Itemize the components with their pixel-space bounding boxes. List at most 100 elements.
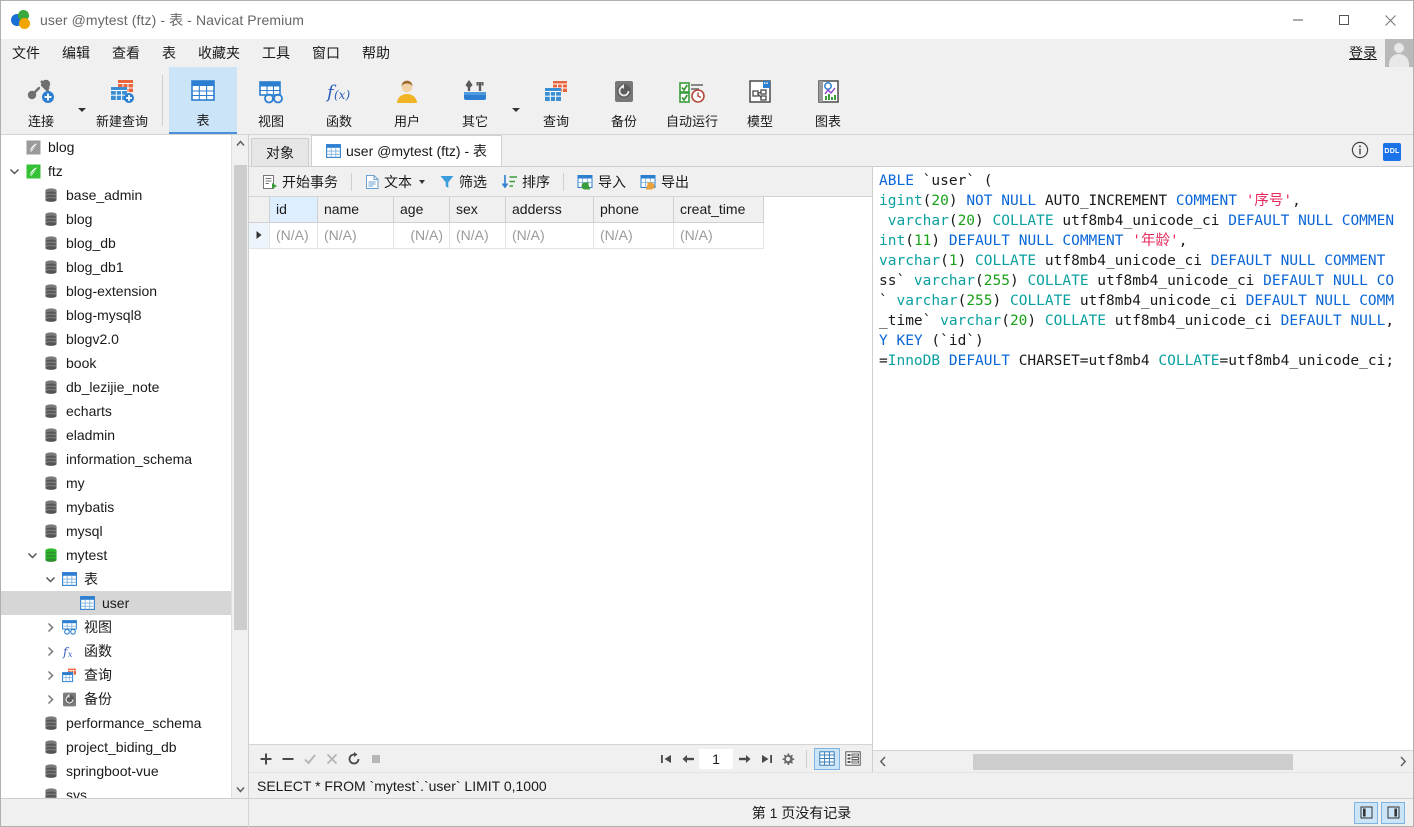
chevron-right-icon[interactable] bbox=[41, 622, 59, 633]
begin-transaction-button[interactable]: 开始事务 bbox=[255, 170, 345, 194]
stop-button[interactable] bbox=[365, 748, 387, 770]
info-icon[interactable] bbox=[1351, 141, 1369, 162]
tree-item-blog[interactable]: blog bbox=[1, 207, 248, 231]
toolbar-view[interactable]: 视图 bbox=[237, 67, 305, 134]
ddl-icon[interactable]: DDL bbox=[1383, 142, 1401, 161]
grid-settings-button[interactable] bbox=[777, 748, 799, 770]
delete-record-button[interactable] bbox=[277, 748, 299, 770]
scroll-right-icon[interactable] bbox=[1393, 752, 1413, 772]
add-record-button[interactable] bbox=[255, 748, 277, 770]
grid-column-header[interactable]: creat_time bbox=[673, 197, 764, 223]
menu-view[interactable]: 查看 bbox=[101, 39, 151, 67]
tree-item-book[interactable]: book bbox=[1, 351, 248, 375]
chevron-down-icon[interactable] bbox=[41, 574, 59, 585]
toolbar-other[interactable]: 其它 bbox=[441, 67, 509, 134]
text-button[interactable]: 文本 bbox=[358, 170, 432, 194]
tree-item-blogv2-0[interactable]: blogv2.0 bbox=[1, 327, 248, 351]
tree-item-my[interactable]: my bbox=[1, 471, 248, 495]
sort-button[interactable]: 排序 bbox=[494, 170, 557, 194]
next-page-button[interactable] bbox=[733, 748, 755, 770]
grid-cell[interactable]: (N/A) bbox=[449, 222, 506, 249]
data-grid[interactable]: id name age sex adderss phone creat_time (N/A)(… bbox=[249, 197, 872, 744]
last-page-button[interactable] bbox=[755, 748, 777, 770]
apply-changes-button[interactable] bbox=[299, 748, 321, 770]
import-button[interactable]: 导入 bbox=[570, 170, 633, 194]
menu-window[interactable]: 窗口 bbox=[301, 39, 351, 67]
toolbar-new-query[interactable]: 新建查询 bbox=[88, 67, 156, 134]
connection-dropdown-caret-icon[interactable] bbox=[75, 67, 88, 134]
ddl-scroll-track[interactable] bbox=[893, 752, 1393, 772]
grid-column-header[interactable]: age bbox=[393, 197, 450, 223]
tree-item-sys[interactable]: sys bbox=[1, 783, 248, 798]
cancel-changes-button[interactable] bbox=[321, 748, 343, 770]
tree-item-information-schema[interactable]: information_schema bbox=[1, 447, 248, 471]
chevron-down-icon[interactable] bbox=[23, 550, 41, 561]
scroll-left-icon[interactable] bbox=[873, 752, 893, 772]
minimize-icon[interactable] bbox=[1275, 1, 1321, 39]
tree-item--[interactable]: 查询 bbox=[1, 663, 248, 687]
scrollbar-thumb[interactable] bbox=[234, 165, 247, 630]
toggle-right-panel-button[interactable] bbox=[1381, 801, 1405, 824]
tree-item-blog-db1[interactable]: blog_db1 bbox=[1, 255, 248, 279]
grid-corner-cell[interactable] bbox=[249, 197, 270, 223]
tree-item-user[interactable]: user bbox=[1, 591, 248, 615]
ddl-source-text[interactable]: ABLE `user` (igint(20) NOT NULL AUTO_INC… bbox=[873, 167, 1413, 750]
tree-item-base-admin[interactable]: base_admin bbox=[1, 183, 248, 207]
filter-button[interactable]: 筛选 bbox=[432, 170, 494, 194]
grid-cell[interactable]: (N/A) bbox=[505, 222, 594, 249]
grid-cell[interactable]: (N/A) bbox=[317, 222, 394, 249]
menu-edit[interactable]: 编辑 bbox=[51, 39, 101, 67]
toolbar-automation[interactable]: 自动运行 bbox=[658, 67, 726, 134]
tree-item-project-biding-db[interactable]: project_biding_db bbox=[1, 735, 248, 759]
grid-view-button[interactable] bbox=[814, 747, 840, 770]
toolbar-model[interactable]: 模型 bbox=[726, 67, 794, 134]
scroll-down-icon[interactable] bbox=[232, 781, 249, 798]
grid-cell[interactable]: (N/A) bbox=[269, 222, 318, 249]
ddl-horizontal-scrollbar[interactable] bbox=[873, 750, 1413, 772]
login-link[interactable]: 登录 bbox=[1349, 43, 1377, 63]
tree-item-blog-extension[interactable]: blog-extension bbox=[1, 279, 248, 303]
sidebar-scrollbar[interactable] bbox=[231, 135, 248, 798]
object-tree[interactable]: blog ftz base_admin blog blog_db blog_db1 blog… bbox=[1, 135, 248, 798]
toolbar-user[interactable]: 用户 bbox=[373, 67, 441, 134]
close-icon[interactable] bbox=[1367, 1, 1413, 39]
toolbar-chart[interactable]: 图表 bbox=[794, 67, 862, 134]
toggle-left-panel-button[interactable] bbox=[1354, 801, 1378, 824]
menu-help[interactable]: 帮助 bbox=[351, 39, 401, 67]
avatar[interactable] bbox=[1385, 39, 1413, 67]
menu-file[interactable]: 文件 bbox=[1, 39, 51, 67]
grid-column-header[interactable]: adderss bbox=[505, 197, 594, 223]
grid-column-header[interactable]: name bbox=[317, 197, 394, 223]
tree-item-db-lezijie-note[interactable]: db_lezijie_note bbox=[1, 375, 248, 399]
menu-favorites[interactable]: 收藏夹 bbox=[187, 39, 251, 67]
chevron-right-icon[interactable] bbox=[41, 646, 59, 657]
menu-tools[interactable]: 工具 bbox=[251, 39, 301, 67]
tree-item-mysql[interactable]: mysql bbox=[1, 519, 248, 543]
grid-column-header[interactable]: id bbox=[269, 197, 318, 223]
tree-item-blog-mysql8[interactable]: blog-mysql8 bbox=[1, 303, 248, 327]
maximize-icon[interactable] bbox=[1321, 1, 1367, 39]
prev-page-button[interactable] bbox=[677, 748, 699, 770]
tree-item--[interactable]: 备份 bbox=[1, 687, 248, 711]
tree-item-echarts[interactable]: echarts bbox=[1, 399, 248, 423]
form-view-button[interactable] bbox=[840, 748, 866, 770]
toolbar-table[interactable]: 表 bbox=[169, 67, 237, 134]
toolbar-query[interactable]: 查询 bbox=[522, 67, 590, 134]
toolbar-connection[interactable]: 连接 bbox=[7, 67, 75, 134]
page-number-input[interactable] bbox=[699, 748, 733, 769]
export-button[interactable]: 导出 bbox=[633, 170, 696, 194]
grid-column-header[interactable]: phone bbox=[593, 197, 674, 223]
tree-item-springboot-vue[interactable]: springboot-vue bbox=[1, 759, 248, 783]
tree-item-performance-schema[interactable]: performance_schema bbox=[1, 711, 248, 735]
tree-item-blog-db[interactable]: blog_db bbox=[1, 231, 248, 255]
ddl-scroll-thumb[interactable] bbox=[973, 753, 1293, 770]
tree-item-ftz[interactable]: ftz bbox=[1, 159, 248, 183]
first-page-button[interactable] bbox=[655, 748, 677, 770]
other-dropdown-caret-icon[interactable] bbox=[509, 67, 522, 134]
tab-objects[interactable]: 对象 bbox=[251, 138, 309, 166]
menu-table[interactable]: 表 bbox=[151, 39, 187, 67]
tab-user-table[interactable]: user @mytest (ftz) - 表 bbox=[311, 135, 502, 166]
chevron-down-icon[interactable] bbox=[5, 166, 23, 177]
grid-column-header[interactable]: sex bbox=[449, 197, 506, 223]
grid-cell[interactable]: (N/A) bbox=[393, 222, 450, 249]
